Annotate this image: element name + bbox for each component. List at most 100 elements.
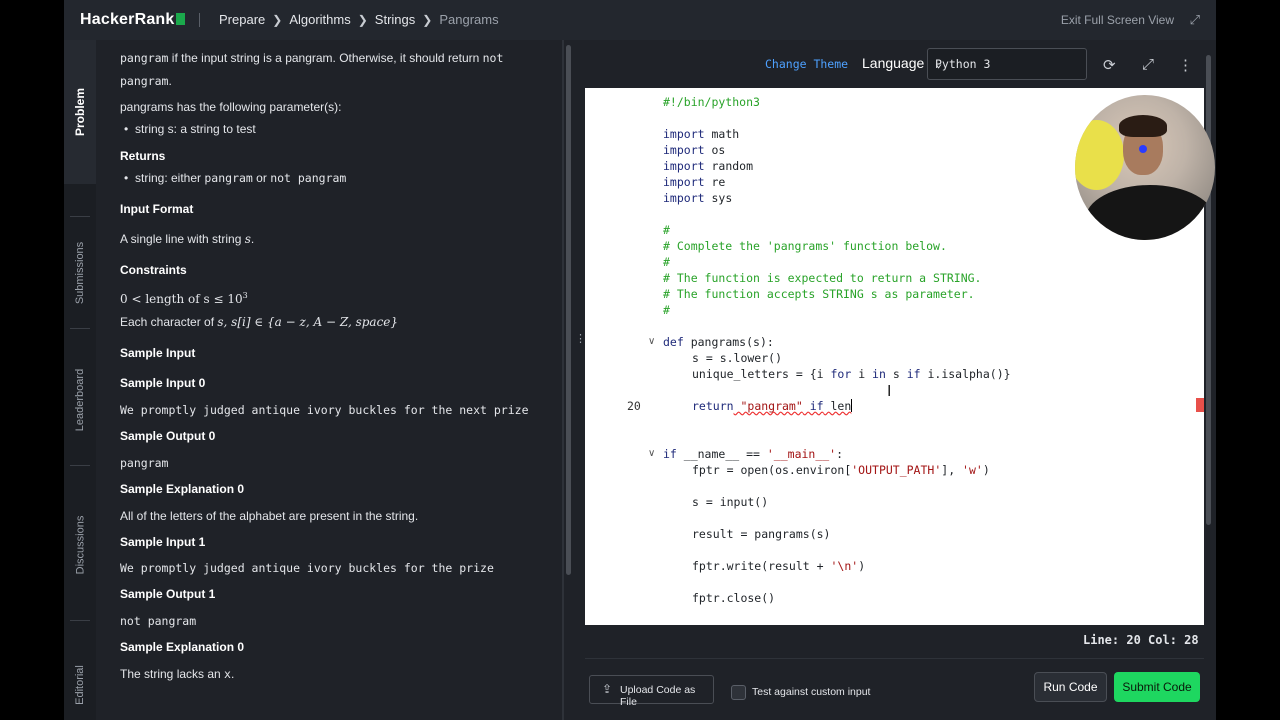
code-line: import math — [663, 127, 739, 141]
code-line-current: return "pangram" if len — [692, 399, 853, 413]
side-tabs: Problem Submissions Leaderboard Discussi… — [64, 40, 96, 720]
returns-text: string: either — [135, 171, 205, 185]
inline-code: pangram — [204, 171, 253, 185]
bullet: • — [124, 122, 129, 136]
breadcrumb: Prepare ❯ Algorithms ❯ Strings ❯ Pangram… — [219, 12, 499, 27]
tab-editorial[interactable]: Editorial — [64, 645, 96, 720]
editor-scrollbar[interactable] — [1206, 55, 1211, 525]
text-cursor — [851, 399, 853, 412]
code-line: import re — [663, 175, 725, 189]
footer-divider — [585, 658, 1204, 659]
upload-code-button[interactable]: ⇪ Upload Code as File — [589, 675, 714, 708]
tab-divider — [70, 216, 90, 217]
exit-full-screen-link[interactable]: Exit Full Screen View — [1061, 13, 1174, 27]
run-code-button[interactable]: Run Code — [1034, 672, 1107, 702]
webcam-overlay — [1075, 95, 1215, 240]
custom-input-checkbox[interactable] — [731, 685, 746, 700]
tab-divider — [70, 328, 90, 329]
string-literal: '__main__' — [766, 447, 837, 461]
code-text: ], — [941, 463, 963, 477]
code-line: s = input() — [692, 495, 769, 509]
keyword: in — [872, 367, 886, 381]
chevron-right-icon: ❯ — [422, 12, 433, 27]
sample-output-0: pangram — [120, 456, 169, 470]
minimize-icon[interactable]: ⤢ — [1142, 56, 1154, 73]
breadcrumb-prepare[interactable]: Prepare — [219, 12, 265, 27]
code-text: unique_letters = {i — [692, 367, 831, 381]
chevron-right-icon: ❯ — [357, 12, 368, 27]
input-format-text: A single line with string s. — [120, 232, 254, 246]
keyword: if — [663, 447, 677, 461]
description-line-2: pangram. — [120, 74, 172, 88]
tab-leaderboard-label: Leaderboard — [74, 368, 87, 432]
fold-chevron-icon[interactable]: ∨ — [648, 336, 655, 347]
collapse-icon[interactable]: ⤢ — [1190, 12, 1200, 28]
inline-code: pangram — [120, 51, 169, 65]
code-text: fptr.write(result + — [692, 559, 831, 573]
tab-leaderboard[interactable]: Leaderboard — [64, 345, 96, 455]
sample-output-1-heading: Sample Output 1 — [120, 587, 216, 601]
code-line: fptr = open(os.environ['OUTPUT_PATH'], '… — [692, 463, 990, 477]
sample-output-0-heading: Sample Output 0 — [120, 429, 216, 443]
tab-divider — [70, 620, 90, 621]
custom-input-label[interactable]: Test against custom input — [752, 686, 870, 698]
breadcrumb-strings[interactable]: Strings — [375, 12, 415, 27]
language-select[interactable]: Python 3 ⌄ — [927, 48, 1087, 80]
description-text: if the input string is a pangram. Otherw… — [168, 51, 483, 65]
change-theme-button[interactable]: Change Theme — [765, 57, 848, 71]
code-line: result = pangrams(s) — [692, 527, 831, 541]
bullet: • — [124, 171, 129, 185]
breadcrumb-divider — [199, 13, 200, 27]
problem-scrollbar[interactable] — [566, 45, 571, 575]
description-text: . — [168, 74, 172, 88]
upload-icon: ⇪ — [602, 682, 613, 696]
tab-problem-label: Problem — [73, 87, 88, 137]
breadcrumb-algorithms[interactable]: Algorithms — [289, 12, 350, 27]
returns-or: or — [252, 171, 271, 185]
sample-explanation-1-heading: Sample Explanation 0 — [120, 640, 245, 654]
webcam-lamp — [1075, 120, 1124, 190]
tab-problem[interactable]: Problem — [64, 40, 96, 184]
explanation-text: The string lacks an — [120, 667, 225, 681]
more-options-icon[interactable]: ⋮ — [1178, 56, 1193, 74]
code-text: ) — [982, 463, 990, 477]
code-line: if __name__ == '__main__': — [663, 447, 843, 461]
hackerrank-logo[interactable]: HackerRank — [80, 11, 185, 29]
tab-discussions[interactable]: Discussions — [64, 490, 96, 600]
code-line: fptr.close() — [692, 591, 776, 605]
reset-history-icon[interactable]: ⟳ — [1103, 56, 1116, 74]
sample-explanation-0: All of the letters of the alphabet are p… — [120, 509, 419, 523]
code-comment: # — [663, 223, 670, 237]
fold-chevron-icon[interactable]: ∨ — [648, 448, 655, 459]
sample-input-0: We promptly judged antique ivory buckles… — [120, 403, 529, 417]
keyword: return — [692, 399, 734, 413]
line-number: 20 — [627, 399, 641, 413]
code-comment: # — [663, 303, 670, 317]
code-text: re — [704, 175, 726, 189]
constraint-2-text: Each character of — [120, 315, 218, 329]
params-intro: pangrams has the following parameter(s): — [120, 100, 342, 114]
inline-code: not pangram — [270, 171, 347, 185]
code-text: __name__ == — [676, 447, 767, 461]
logo-text: HackerRank — [80, 11, 175, 28]
sample-input-0-heading: Sample Input 0 — [120, 376, 206, 390]
tab-submissions[interactable]: Submissions — [64, 218, 96, 328]
code-text: fptr = open(os.environ[ — [692, 463, 852, 477]
webcam-person-hair — [1119, 115, 1167, 137]
chevron-right-icon: ❯ — [272, 12, 283, 27]
splitter-line — [562, 40, 564, 720]
tab-discussions-label: Discussions — [74, 515, 86, 575]
sample-input-1-heading: Sample Input 1 — [120, 535, 206, 549]
constraint-2: Each character of s, s[i] ∈ {a − z, A − … — [120, 315, 398, 329]
panel-splitter[interactable] — [551, 40, 575, 720]
code-text: len — [823, 399, 852, 413]
code-line: fptr.write(result + '\n') — [692, 559, 865, 573]
keyword: def — [663, 335, 684, 349]
submit-code-button[interactable]: Submit Code — [1114, 672, 1200, 702]
inline-code: pangram — [120, 74, 169, 88]
top-bar: HackerRank Prepare ❯ Algorithms ❯ String… — [64, 0, 1216, 40]
string-literal: 'w' — [962, 463, 983, 477]
logo-mark-icon — [175, 13, 185, 25]
input-format-heading: Input Format — [120, 202, 194, 216]
constraint-1-exponent: 3 — [242, 291, 248, 300]
